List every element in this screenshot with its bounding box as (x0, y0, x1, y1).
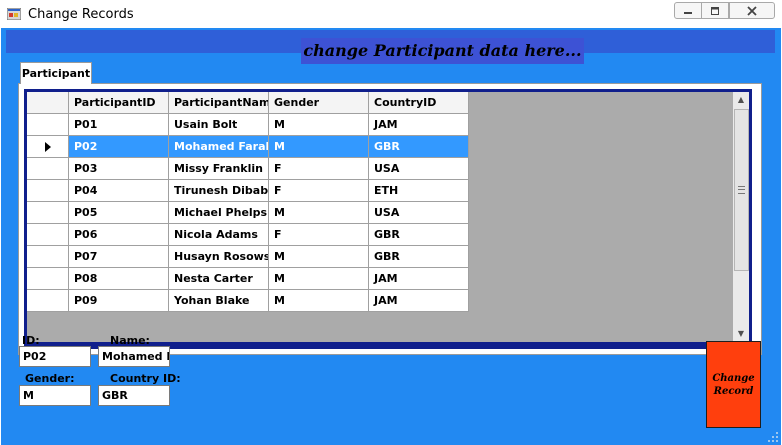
cell-participant-id[interactable]: P06 (69, 224, 169, 246)
cell-gender[interactable]: M (269, 246, 369, 268)
row-header[interactable] (27, 224, 69, 246)
cell-country-id[interactable]: GBR (369, 136, 469, 158)
cell-participant-name[interactable]: Missy Franklin (169, 158, 269, 180)
column-header-gender[interactable]: Gender (269, 92, 369, 114)
cell-participant-id[interactable]: P01 (69, 114, 169, 136)
cell-participant-id[interactable]: P05 (69, 202, 169, 224)
cell-participant-name[interactable]: Usain Bolt (169, 114, 269, 136)
row-header[interactable] (27, 290, 69, 312)
cell-country-id[interactable]: GBR (369, 224, 469, 246)
grid-header-row: ParticipantID ParticipantName Gender Cou… (27, 92, 469, 114)
cell-country-id[interactable]: GBR (369, 246, 469, 268)
banner-heading: change Participant data here... (301, 38, 584, 64)
row-header[interactable] (27, 136, 69, 158)
close-icon (747, 5, 757, 16)
form-app-icon (7, 8, 21, 20)
minimize-icon (684, 11, 692, 14)
scrollbar-thumb[interactable] (734, 109, 749, 271)
table-row[interactable]: P03 Missy Franklin F USA (27, 158, 469, 180)
column-header-countryid[interactable]: CountryID (369, 92, 469, 114)
cell-gender[interactable]: M (269, 114, 369, 136)
change-record-button[interactable]: Change Record (706, 341, 761, 428)
table-row[interactable]: P01 Usain Bolt M JAM (27, 114, 469, 136)
gender-field[interactable]: M (19, 385, 91, 406)
gender-label: Gender: (25, 372, 75, 385)
close-button[interactable] (729, 2, 775, 19)
cell-country-id[interactable]: JAM (369, 114, 469, 136)
cell-participant-name[interactable]: Yohan Blake (169, 290, 269, 312)
cell-participant-id[interactable]: P03 (69, 158, 169, 180)
cell-participant-name[interactable]: Husayn Rosowsky (169, 246, 269, 268)
cell-gender[interactable]: F (269, 180, 369, 202)
row-header[interactable] (27, 158, 69, 180)
row-header[interactable] (27, 202, 69, 224)
cell-participant-name[interactable]: Nicola Adams (169, 224, 269, 246)
cell-participant-id[interactable]: P07 (69, 246, 169, 268)
row-header[interactable] (27, 268, 69, 290)
table-row-selected[interactable]: P02 Mohamed Farah M GBR (27, 136, 469, 158)
table-row[interactable]: P04 Tirunesh Dibaba F ETH (27, 180, 469, 202)
scroll-down-arrow-icon[interactable]: ▼ (733, 326, 749, 342)
row-header[interactable] (27, 180, 69, 202)
cell-participant-name[interactable]: Nesta Carter (169, 268, 269, 290)
title-bar: Change Records (0, 0, 782, 28)
cell-country-id[interactable]: JAM (369, 290, 469, 312)
scrollbar-grip-icon (738, 186, 745, 194)
country-id-field[interactable]: GBR (98, 385, 170, 406)
maximize-icon (711, 6, 719, 15)
cell-country-id[interactable]: JAM (369, 268, 469, 290)
cell-gender[interactable]: M (269, 290, 369, 312)
id-field[interactable]: P02 (19, 346, 91, 367)
cell-participant-name[interactable]: Mohamed Farah (169, 136, 269, 158)
cell-gender[interactable]: M (269, 136, 369, 158)
cell-participant-name[interactable]: Michael Phelps (169, 202, 269, 224)
maximize-button[interactable] (701, 2, 729, 19)
grid-corner-header[interactable] (27, 92, 69, 114)
table-row[interactable]: P06 Nicola Adams F GBR (27, 224, 469, 246)
row-header[interactable] (27, 114, 69, 136)
minimize-button[interactable] (674, 2, 702, 19)
cell-gender[interactable]: M (269, 268, 369, 290)
table-row[interactable]: P08 Nesta Carter M JAM (27, 268, 469, 290)
cell-country-id[interactable]: ETH (369, 180, 469, 202)
cell-participant-id[interactable]: P09 (69, 290, 169, 312)
grid-vertical-scrollbar[interactable]: ▲ ▼ (733, 92, 749, 342)
row-pointer-icon (44, 141, 51, 152)
window-title: Change Records (28, 7, 134, 22)
form-client-area: change Participant data here... Particip… (1, 28, 781, 445)
table-row[interactable]: P05 Michael Phelps M USA (27, 202, 469, 224)
table-row[interactable]: P09 Yohan Blake M JAM (27, 290, 469, 312)
resize-grip-icon[interactable] (766, 430, 780, 444)
cell-gender[interactable]: F (269, 158, 369, 180)
name-field[interactable]: Mohamed Fa (98, 346, 170, 367)
cell-gender[interactable]: M (269, 202, 369, 224)
cell-participant-name[interactable]: Tirunesh Dibaba (169, 180, 269, 202)
participant-data-grid[interactable]: ParticipantID ParticipantName Gender Cou… (27, 92, 749, 342)
column-header-participantname[interactable]: ParticipantName (169, 92, 269, 114)
country-id-label: Country ID: (110, 372, 181, 385)
cell-participant-id[interactable]: P04 (69, 180, 169, 202)
cell-country-id[interactable]: USA (369, 158, 469, 180)
cell-country-id[interactable]: USA (369, 202, 469, 224)
column-header-participantid[interactable]: ParticipantID (69, 92, 169, 114)
table-row[interactable]: P07 Husayn Rosowsky M GBR (27, 246, 469, 268)
cell-participant-id[interactable]: P08 (69, 268, 169, 290)
tab-participant[interactable]: Participant (20, 62, 92, 84)
cell-gender[interactable]: F (269, 224, 369, 246)
cell-participant-id[interactable]: P02 (69, 136, 169, 158)
scroll-up-arrow-icon[interactable]: ▲ (733, 92, 749, 108)
row-header[interactable] (27, 246, 69, 268)
